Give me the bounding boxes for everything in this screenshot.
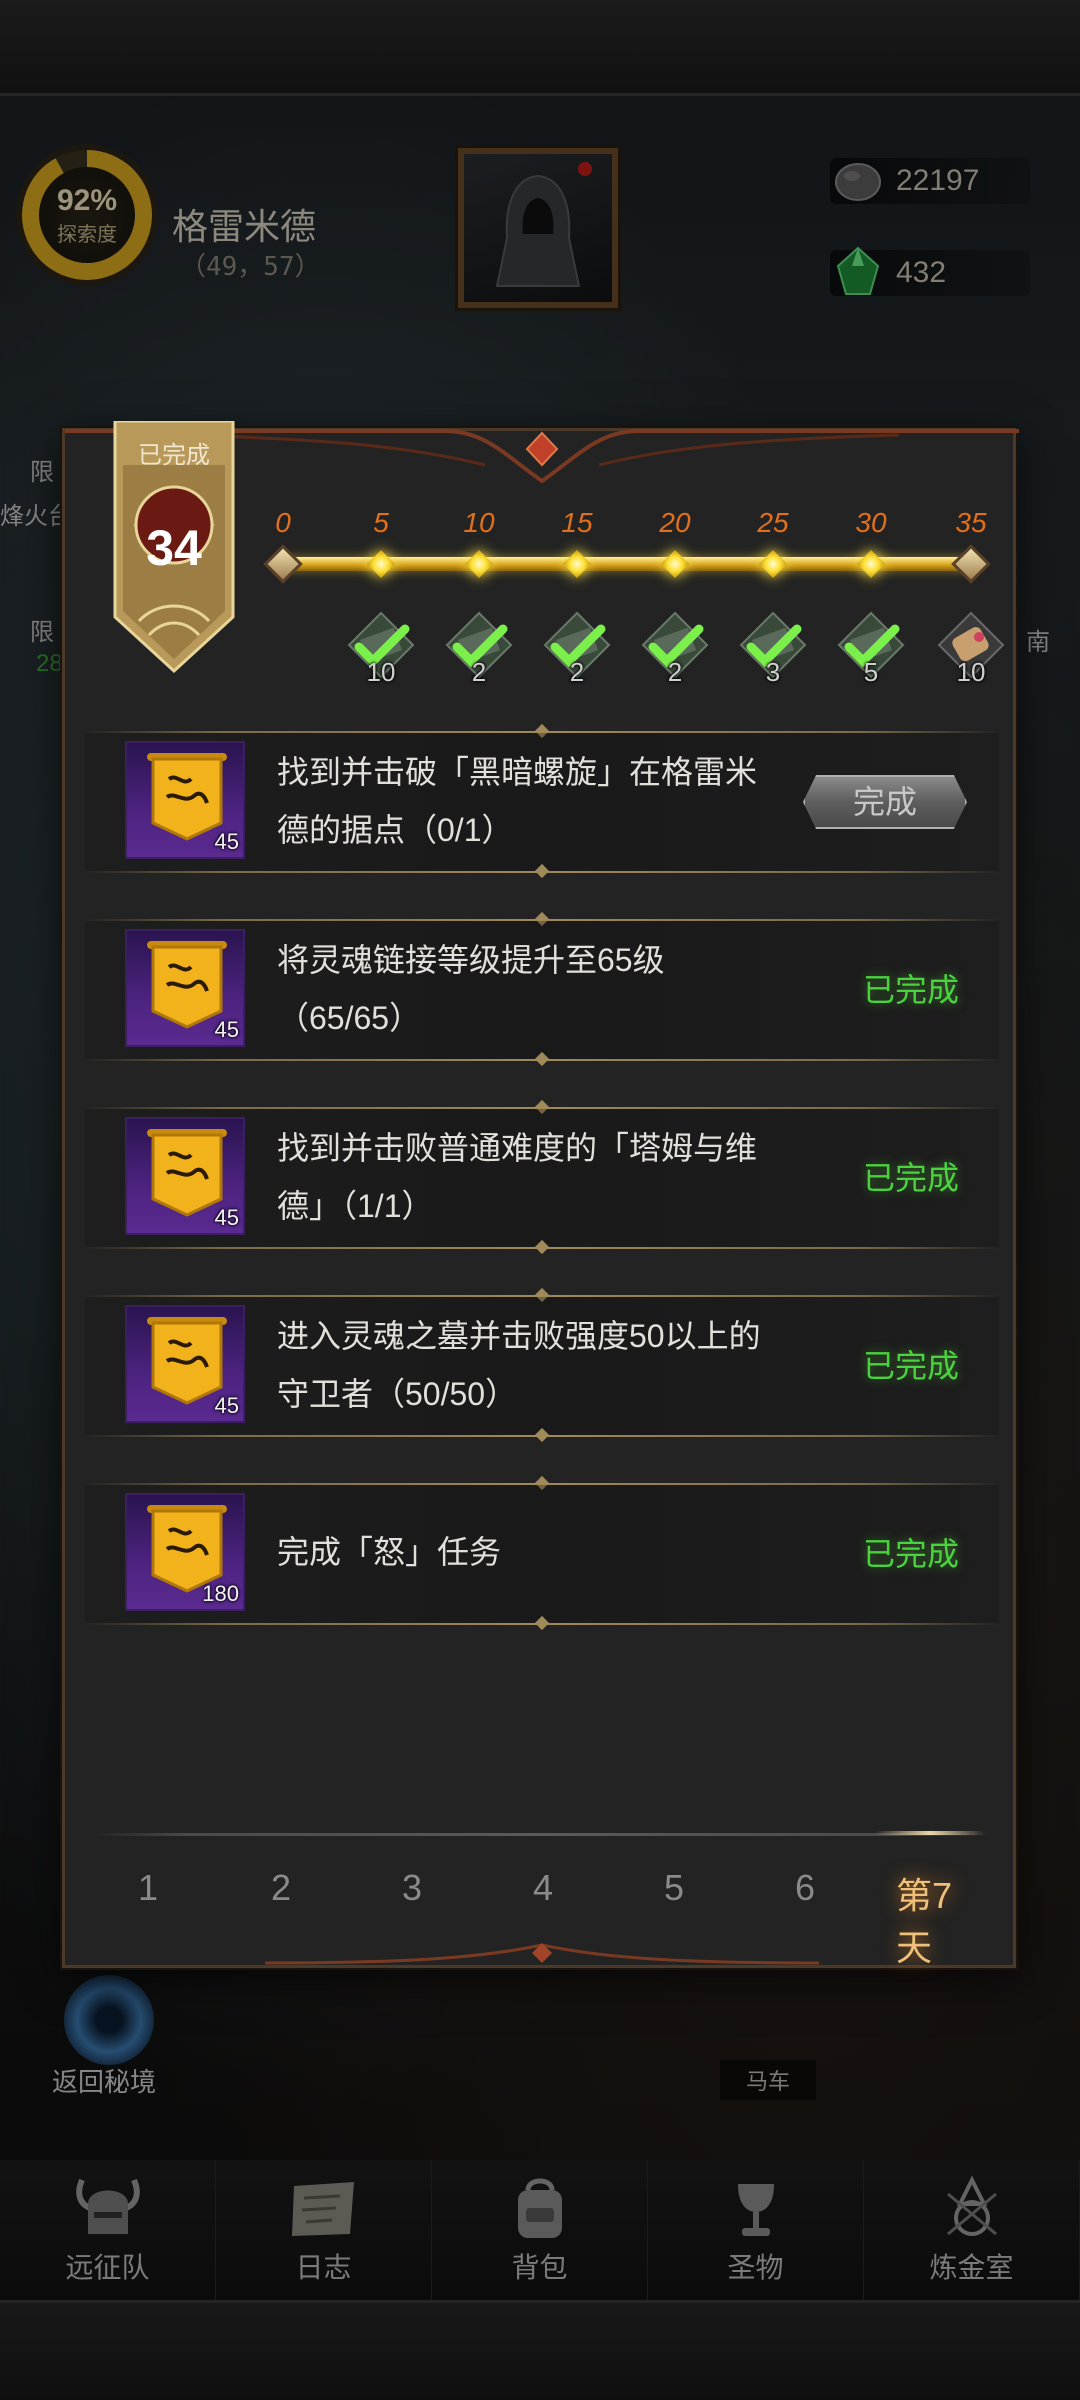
row-divider bbox=[85, 1435, 999, 1437]
tab-day-3[interactable]: 3 bbox=[402, 1867, 422, 1909]
quest-points: 45 bbox=[214, 829, 239, 854]
badge-title: 已完成 bbox=[138, 442, 210, 469]
milestone-label: 10 bbox=[463, 507, 495, 538]
quest-description: 找到并击败普通难度的「塔姆与维德」（1/1） bbox=[277, 1130, 758, 1224]
reward-quantity: 10 bbox=[366, 657, 396, 687]
quest-reward-icon[interactable]: 180 bbox=[125, 1493, 245, 1611]
reward-chest-claimed[interactable]: 2 bbox=[539, 607, 615, 687]
milestone-label: 20 bbox=[659, 507, 691, 538]
milestone-node bbox=[660, 549, 690, 579]
reward-chest-claimed[interactable]: 10 bbox=[343, 607, 419, 687]
row-divider bbox=[85, 1059, 999, 1061]
reward-quantity: 3 bbox=[765, 657, 781, 687]
reward-quantity: 2 bbox=[569, 657, 585, 687]
day-tabs: 1 2 3 4 5 6 第7天 bbox=[65, 1867, 1019, 1968]
quest-description: 进入灵魂之墓并击败强度50以上的守卫者（50/50） bbox=[277, 1318, 761, 1412]
milestone-label: 5 bbox=[373, 507, 389, 538]
milestone-node bbox=[464, 549, 494, 579]
completion-badge: 已完成 34 bbox=[109, 421, 239, 673]
quest-points: 45 bbox=[214, 1205, 239, 1230]
quest-reward-icon[interactable]: 45 bbox=[125, 1117, 245, 1235]
tab-day-2[interactable]: 2 bbox=[271, 1867, 291, 1909]
track-end-node bbox=[263, 544, 303, 584]
daily-quest-panel: 已完成 34 0 5 10 15 20 25 30 35 10 2 2 2 3 5 10 45 找到并击破「… bbox=[62, 421, 1019, 1968]
quest-row: 45 找到并击败普通难度的「塔姆与维德」（1/1） 已完成 bbox=[65, 1107, 1019, 1295]
status-completed: 已完成 bbox=[862, 1160, 959, 1196]
status-completed: 已完成 bbox=[862, 1348, 959, 1384]
reward-chest-claimed[interactable]: 5 bbox=[833, 607, 909, 687]
milestone-node bbox=[758, 549, 788, 579]
reward-chest-claimed[interactable]: 2 bbox=[637, 607, 713, 687]
quest-row: 45 将灵魂链接等级提升至65级（65/65） 已完成 bbox=[65, 919, 1019, 1107]
tab-day-6[interactable]: 6 bbox=[795, 1867, 815, 1909]
complete-button[interactable]: 完成 bbox=[803, 775, 967, 829]
reward-scroll[interactable]: 10 bbox=[933, 607, 1009, 687]
milestone-node bbox=[562, 549, 592, 579]
quest-points: 45 bbox=[214, 1393, 239, 1418]
milestone-label: 15 bbox=[561, 507, 593, 538]
milestone-label: 30 bbox=[855, 507, 887, 538]
quest-description: 完成「怒」任务 bbox=[277, 1534, 502, 1570]
active-tab-indicator bbox=[875, 1831, 985, 1835]
tabs-divider bbox=[95, 1833, 989, 1836]
status-completed: 已完成 bbox=[862, 1536, 959, 1572]
milestone-label: 0 bbox=[275, 507, 291, 538]
reward-quantity: 10 bbox=[956, 657, 986, 687]
milestone-labels: 0 5 10 15 20 25 30 35 bbox=[65, 507, 1019, 541]
quest-row: 180 完成「怒」任务 已完成 bbox=[65, 1483, 1019, 1671]
tab-day-4[interactable]: 4 bbox=[533, 1867, 553, 1909]
quest-description: 将灵魂链接等级提升至65级（65/65） bbox=[277, 942, 665, 1036]
milestone-node bbox=[366, 549, 396, 579]
reward-chest-claimed[interactable]: 2 bbox=[441, 607, 517, 687]
tab-day-5[interactable]: 5 bbox=[664, 1867, 684, 1909]
tab-day-1[interactable]: 1 bbox=[138, 1867, 158, 1909]
quest-points: 180 bbox=[202, 1581, 239, 1606]
quest-row: 45 找到并击破「黑暗螺旋」在格雷米德的据点（0/1） 完成 bbox=[65, 731, 1019, 919]
quest-row: 45 进入灵魂之墓并击败强度50以上的守卫者（50/50） 已完成 bbox=[65, 1295, 1019, 1483]
quest-reward-icon[interactable]: 45 bbox=[125, 1305, 245, 1423]
row-divider bbox=[85, 871, 999, 873]
row-divider bbox=[85, 1623, 999, 1625]
milestone-node bbox=[856, 549, 886, 579]
tab-day-7[interactable]: 第7天 bbox=[896, 1867, 978, 1971]
reward-quantity: 2 bbox=[471, 657, 487, 687]
quest-points: 45 bbox=[214, 1017, 239, 1042]
quest-reward-icon[interactable]: 45 bbox=[125, 929, 245, 1047]
track-end-node bbox=[951, 544, 991, 584]
milestone-label: 25 bbox=[757, 507, 789, 538]
row-divider bbox=[85, 1247, 999, 1249]
quest-description: 找到并击破「黑暗螺旋」在格雷米德的据点（0/1） bbox=[277, 754, 758, 848]
reward-quantity: 2 bbox=[667, 657, 683, 687]
reward-chest-claimed[interactable]: 3 bbox=[735, 607, 811, 687]
reward-quantity: 5 bbox=[863, 657, 879, 687]
milestone-label: 35 bbox=[955, 507, 987, 538]
status-completed: 已完成 bbox=[862, 972, 959, 1008]
panel-bottom-ornament bbox=[264, 1943, 820, 1965]
quest-reward-icon[interactable]: 45 bbox=[125, 741, 245, 859]
